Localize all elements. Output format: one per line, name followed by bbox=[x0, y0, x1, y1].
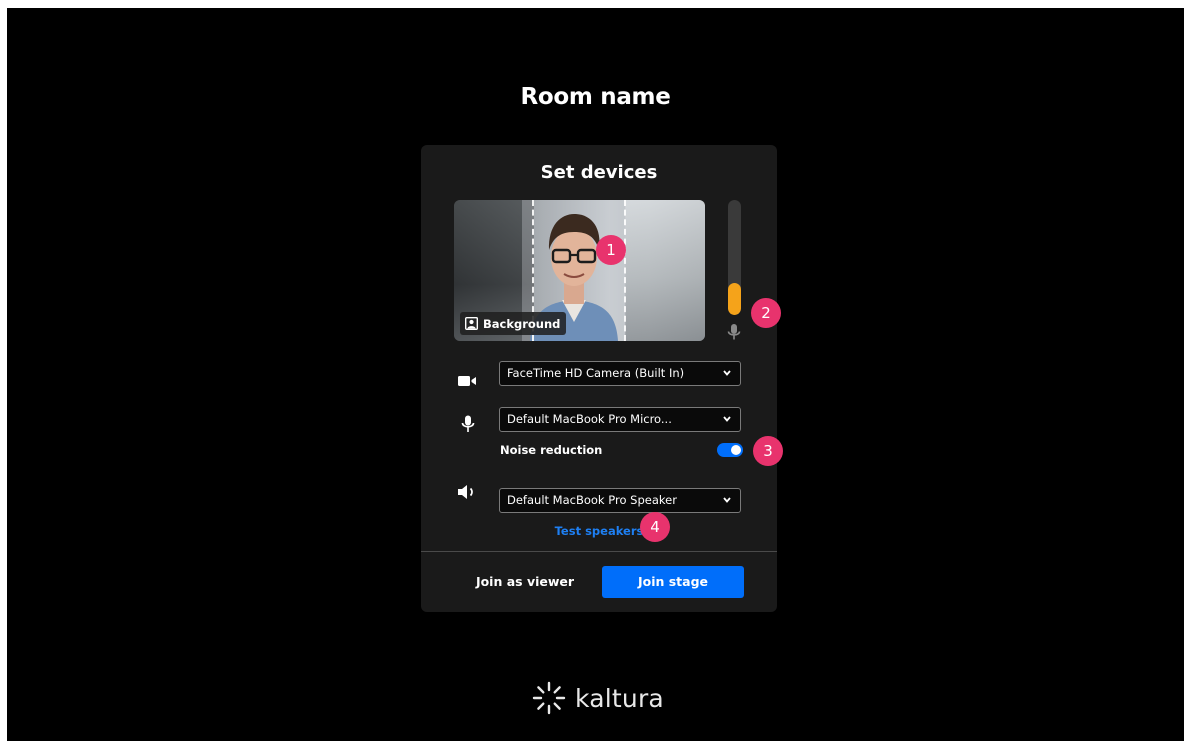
panel-title: Set devices bbox=[540, 162, 658, 183]
blurred-background-right bbox=[625, 200, 705, 341]
frame-guide-right bbox=[624, 200, 626, 341]
camera-select-value: FaceTime HD Camera (Built In) bbox=[507, 366, 685, 380]
callout-marker-4: 4 bbox=[640, 512, 670, 542]
toggle-knob bbox=[731, 445, 741, 455]
microphone-icon bbox=[461, 415, 475, 432]
background-icon bbox=[465, 317, 478, 330]
mic-level-meter bbox=[728, 200, 741, 315]
speaker-select[interactable]: Default MacBook Pro Speaker bbox=[499, 488, 741, 513]
join-stage-button[interactable]: Join stage bbox=[602, 566, 744, 598]
camera-preview: Background bbox=[454, 200, 705, 341]
speaker-icon bbox=[458, 485, 473, 499]
mic-level-fill bbox=[728, 282, 741, 315]
divider bbox=[421, 551, 777, 552]
chevron-down-icon bbox=[723, 416, 731, 422]
microphone-select-value: Default MacBook Pro Micro... bbox=[507, 412, 672, 426]
microphone-select[interactable]: Default MacBook Pro Micro... bbox=[499, 407, 741, 432]
kaltura-logo: kaltura bbox=[532, 680, 664, 716]
noise-reduction-label: Noise reduction bbox=[500, 443, 603, 457]
chevron-down-icon bbox=[723, 497, 731, 503]
join-as-viewer-button[interactable]: Join as viewer bbox=[473, 566, 577, 598]
callout-marker-2: 2 bbox=[751, 298, 781, 328]
speaker-select-value: Default MacBook Pro Speaker bbox=[507, 493, 677, 507]
noise-reduction-toggle[interactable] bbox=[717, 443, 743, 457]
camera-select[interactable]: FaceTime HD Camera (Built In) bbox=[499, 361, 741, 386]
lobby-screen: Room name Set devices Background FaceTim… bbox=[7, 8, 1184, 741]
callout-marker-3: 3 bbox=[753, 436, 783, 466]
callout-marker-1: 1 bbox=[596, 235, 626, 265]
set-devices-panel: Set devices Background FaceTime HD Camer… bbox=[421, 145, 777, 612]
room-title: Room name bbox=[520, 84, 671, 110]
kaltura-logo-icon bbox=[532, 681, 566, 715]
video-camera-icon bbox=[458, 376, 476, 386]
chevron-down-icon bbox=[723, 370, 731, 376]
test-speakers-link[interactable]: Test speakers bbox=[421, 524, 777, 538]
background-button-label: Background bbox=[483, 316, 561, 331]
microphone-icon bbox=[727, 324, 741, 340]
brand-name: kaltura bbox=[575, 683, 664, 713]
background-button[interactable]: Background bbox=[460, 312, 567, 335]
